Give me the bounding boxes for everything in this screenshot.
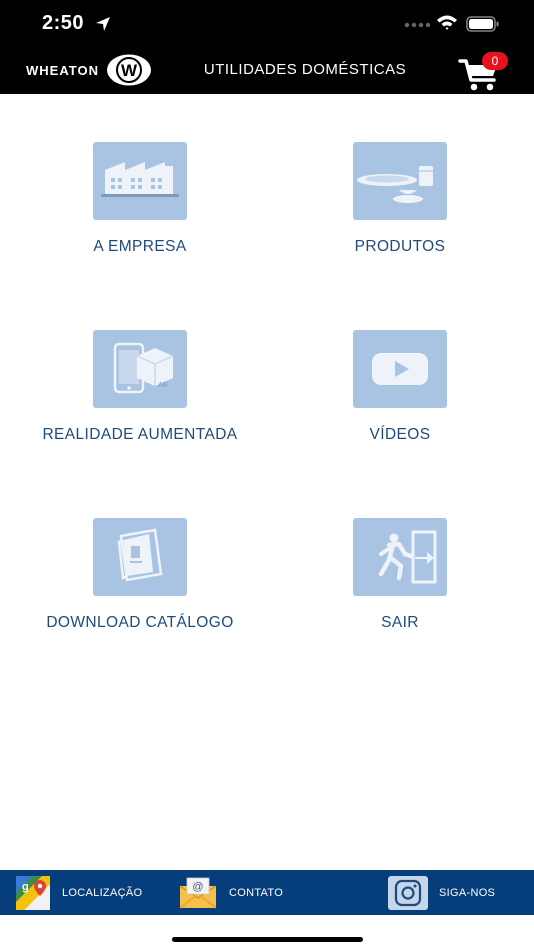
tableware-icon <box>353 142 447 220</box>
contact-button[interactable]: @ CONTATO <box>179 870 283 915</box>
location-arrow-icon <box>96 17 110 31</box>
brand-logo-letter: W <box>121 61 138 80</box>
nav-bar: WHEATON W UTILIDADES DOMÉSTICAS 0 <box>0 46 534 94</box>
follow-button[interactable]: SIGA-NOS <box>388 870 495 915</box>
google-maps-icon: g <box>16 875 50 910</box>
ar-badge: AR <box>158 382 168 389</box>
menu-item-videos[interactable]: VÍDEOS <box>270 330 530 490</box>
play-video-icon <box>353 330 447 408</box>
follow-label: SIGA-NOS <box>439 886 496 899</box>
menu-item-label: REALIDADE AUMENTADA <box>42 426 238 443</box>
battery-icon <box>466 16 499 32</box>
status-bar: 2:50 <box>0 0 534 46</box>
location-button[interactable]: g LOCALIZAÇÃO <box>16 870 142 915</box>
menu-item-download-catalogo[interactable]: DOWNLOAD CATÁLOGO <box>10 518 270 678</box>
menu-item-produtos[interactable]: PRODUTOS <box>270 142 530 302</box>
menu-item-label: VÍDEOS <box>369 426 431 443</box>
catalog-icon <box>93 518 187 596</box>
brand-name: WHEATON <box>26 62 99 78</box>
home-indicator[interactable] <box>172 937 363 942</box>
status-time: 2:50 <box>42 12 85 34</box>
augmented-reality-icon: AR <box>93 330 187 408</box>
cart-count-badge: 0 <box>482 52 508 70</box>
signal-dots-icon <box>404 22 430 28</box>
contact-label: CONTATO <box>229 886 284 899</box>
home-strip <box>0 915 534 950</box>
svg-text:g: g <box>22 881 29 893</box>
wifi-icon <box>437 15 457 30</box>
factory-icon <box>93 142 187 220</box>
menu-item-realidade-aumentada[interactable]: AR REALIDADE AUMENTADA <box>10 330 270 490</box>
brand-logo: WHEATON W <box>26 53 153 87</box>
menu-item-sair[interactable]: SAIR <box>270 518 530 678</box>
at-symbol: @ <box>192 881 203 893</box>
bottom-bar: g LOCALIZAÇÃO @ CONTATO SIGA-NOS <box>0 870 534 915</box>
location-label: LOCALIZAÇÃO <box>62 886 143 899</box>
instagram-icon <box>388 875 428 910</box>
menu-item-label: PRODUTOS <box>354 238 446 255</box>
exit-door-icon <box>353 518 447 596</box>
page-title: UTILIDADES DOMÉSTICAS <box>203 61 407 78</box>
menu-item-label: SAIR <box>381 614 419 631</box>
menu-item-label: DOWNLOAD CATÁLOGO <box>46 614 234 631</box>
wheaton-w-logo-icon: W <box>106 54 151 86</box>
cart-button[interactable]: 0 <box>458 52 508 92</box>
menu-item-label: A EMPRESA <box>93 238 187 255</box>
menu-item-a-empresa[interactable]: A EMPRESA <box>10 142 270 302</box>
email-envelope-icon: @ <box>179 877 217 909</box>
